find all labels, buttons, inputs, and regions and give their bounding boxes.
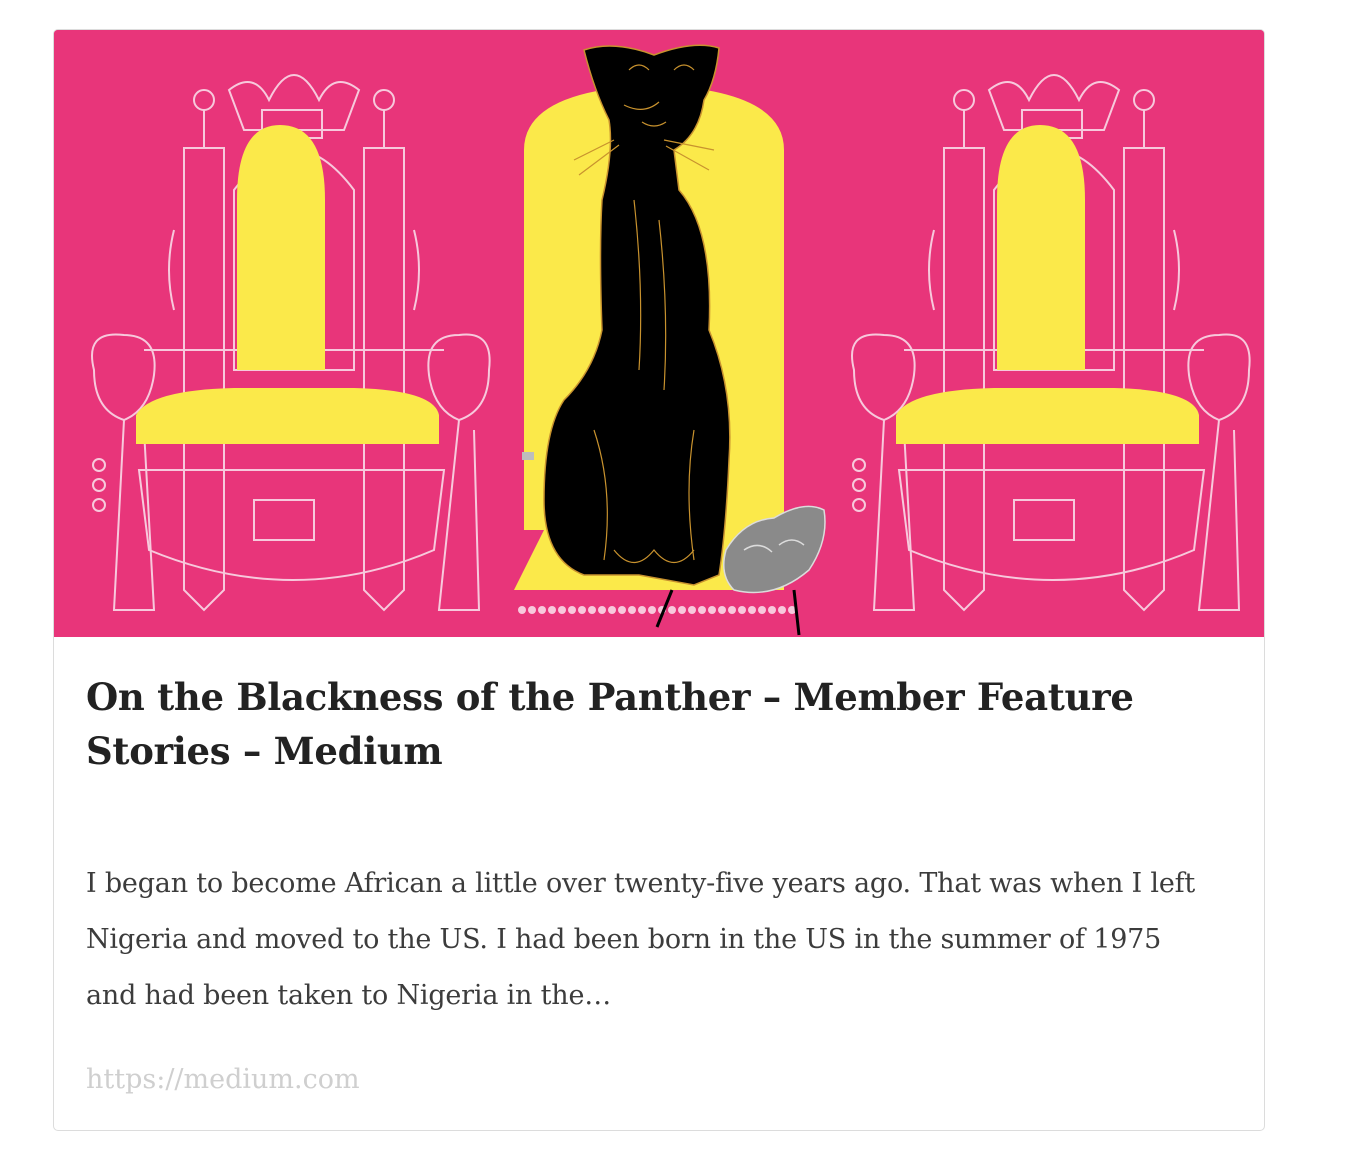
- left-throne-back-yellow: [237, 125, 325, 370]
- right-throne-back-yellow: [997, 125, 1085, 370]
- article-title[interactable]: On the Blackness of the Panther – Member…: [86, 670, 1206, 778]
- source-url[interactable]: https://medium.com: [86, 1060, 360, 1100]
- left-throne-seat-yellow: [136, 388, 439, 444]
- link-preview-card[interactable]: On the Blackness of the Panther – Member…: [53, 29, 1265, 1131]
- right-throne-seat-yellow: [896, 388, 1199, 444]
- article-hero-image[interactable]: [54, 30, 1265, 637]
- article-description: I began to become African a little over …: [86, 868, 1196, 1011]
